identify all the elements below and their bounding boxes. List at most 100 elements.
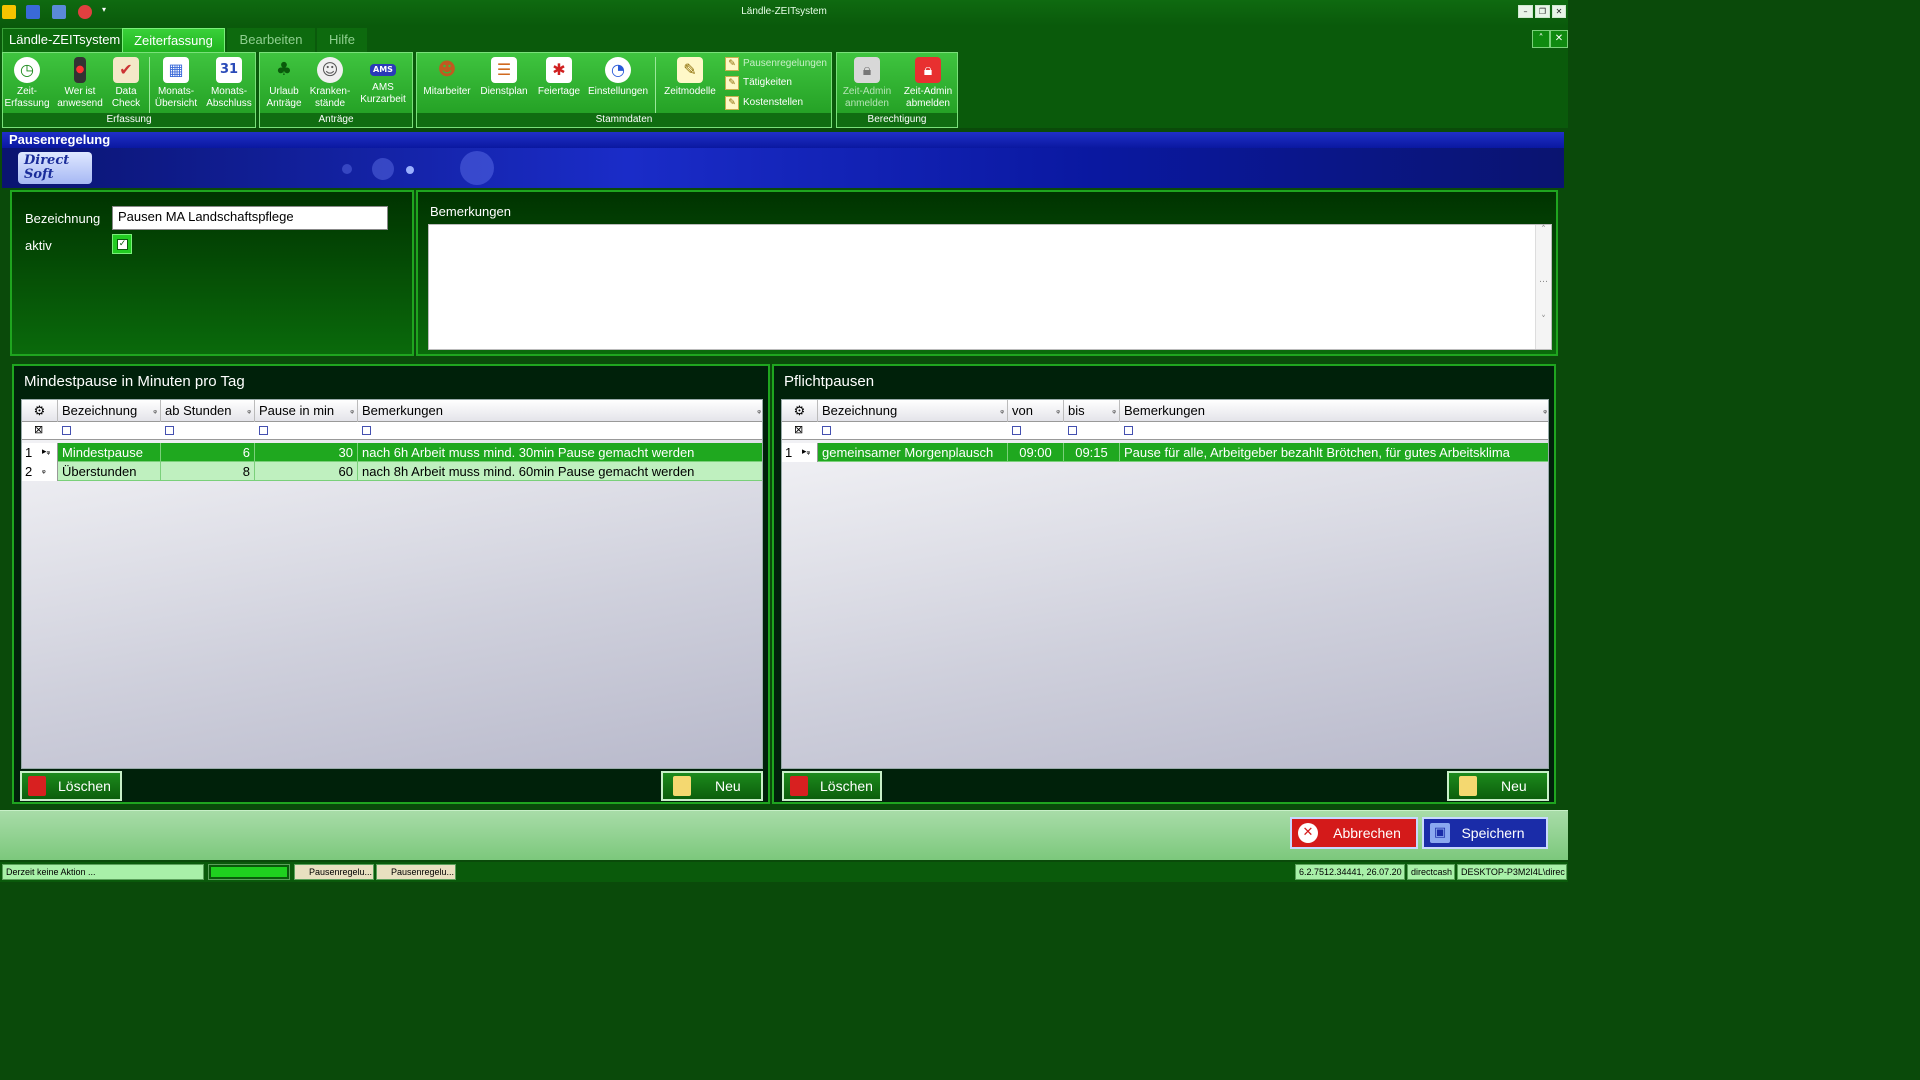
zeit-admin-anmelden-button[interactable]: 🔒︎ Zeit-Admin anmelden bbox=[839, 55, 895, 113]
column-chooser-icon[interactable]: ⚙ bbox=[782, 400, 818, 422]
pin-icon[interactable]: ᵩ bbox=[1112, 400, 1116, 422]
tab-hilfe[interactable]: Hilfe bbox=[317, 28, 367, 52]
feiertage-button[interactable]: ✱ Feiertage bbox=[535, 55, 583, 113]
cell-bezeichnung[interactable]: Mindestpause bbox=[58, 443, 161, 462]
wer-ist-anwesend-button[interactable]: ● Wer ist anwesend bbox=[55, 55, 105, 113]
filter-bis[interactable] bbox=[1068, 426, 1077, 435]
close-icon[interactable]: ✕ bbox=[1552, 5, 1566, 18]
taetigkeiten-button[interactable]: ✎ Tätigkeiten bbox=[723, 75, 792, 91]
kostenstellen-button[interactable]: ✎ Kostenstellen bbox=[723, 95, 803, 111]
pin-icon[interactable]: ᵩ bbox=[1056, 400, 1060, 422]
separator bbox=[149, 57, 150, 113]
cell-bis[interactable]: 09:15 bbox=[1064, 443, 1120, 462]
column-header-bezeichnung[interactable]: Bezeichnung ᵩ bbox=[58, 400, 161, 422]
filter-clear-icon[interactable]: ⊠ bbox=[794, 423, 803, 436]
collapse-ribbon-icon[interactable]: ˄ bbox=[1532, 30, 1550, 48]
row-pointer-icon: ▸ᵩ bbox=[802, 447, 811, 457]
filter-bemerkungen[interactable] bbox=[1124, 426, 1133, 435]
pausenregelungen-button[interactable]: ✎ Pausenregelungen bbox=[723, 56, 827, 72]
filter-pause[interactable] bbox=[259, 426, 268, 435]
column-header-bemerkungen[interactable]: Bemerkungen ᵩ bbox=[358, 400, 764, 422]
save-button[interactable]: ▣ Speichern bbox=[1422, 817, 1548, 849]
filter-bemerkungen[interactable] bbox=[362, 426, 371, 435]
cell-bezeichnung[interactable]: Überstunden bbox=[58, 462, 161, 481]
cancel-button[interactable]: ✕ Abbrechen bbox=[1290, 817, 1418, 849]
trash-icon bbox=[790, 776, 808, 796]
pin-icon[interactable]: ᵩ bbox=[1000, 400, 1004, 422]
einstellungen-button[interactable]: ◔ Einstellungen bbox=[587, 55, 649, 113]
bemerkungen-textarea[interactable]: ˄… ˅ bbox=[428, 224, 1552, 350]
taskbar-pausenregelung-1[interactable]: Pausenregelu... bbox=[294, 864, 374, 880]
cell-ab-stunden[interactable]: 8 bbox=[161, 462, 255, 481]
minimize-icon[interactable]: – bbox=[1518, 5, 1533, 18]
pin-icon[interactable]: ᵩ bbox=[757, 400, 761, 422]
krankenstaende-button[interactable]: ☺ Kranken-stände bbox=[308, 55, 352, 113]
ribbon-tabs: Ländle-ZEITsystem Zeiterfassung Bearbeit… bbox=[0, 26, 1568, 52]
cell-bemerkungen[interactable]: nach 8h Arbeit muss mind. 60min Pause ge… bbox=[358, 462, 764, 481]
pin-icon[interactable]: ᵩ bbox=[350, 400, 354, 422]
close-tab-icon[interactable]: ✕ bbox=[1550, 30, 1568, 48]
pflichtpausen-title: Pflichtpausen bbox=[784, 373, 875, 390]
dienstplan-button[interactable]: ☰ Dienstplan bbox=[477, 55, 531, 113]
filter-bezeichnung[interactable] bbox=[62, 426, 71, 435]
filter-bezeichnung[interactable] bbox=[822, 426, 831, 435]
doctor-icon: ☺ bbox=[317, 57, 343, 83]
cell-ab-stunden[interactable]: 6 bbox=[161, 443, 255, 462]
memo-scrollbar[interactable]: ˄… ˅ bbox=[1535, 225, 1551, 349]
column-header-bemerkungen[interactable]: Bemerkungen ᵩ bbox=[1120, 400, 1550, 422]
taskbar-pausenregelung-2[interactable]: Pausenregelu... bbox=[376, 864, 456, 880]
check-icon: ✓ bbox=[117, 239, 128, 250]
delete-pflichtpause-button[interactable]: Löschen bbox=[782, 771, 882, 801]
monats-uebersicht-button[interactable]: ▦ Monats- Übersicht bbox=[153, 55, 199, 113]
filter-clear-icon[interactable]: ⊠ bbox=[34, 423, 43, 436]
decor-dot bbox=[342, 164, 352, 174]
aktiv-checkbox[interactable]: ✓ bbox=[112, 234, 132, 254]
zeitmodelle-button[interactable]: ✎ Zeitmodelle bbox=[661, 55, 719, 113]
column-header-ab-stunden[interactable]: ab Stunden ᵩ bbox=[161, 400, 255, 422]
mitarbeiter-button[interactable]: ☻ Mitarbeiter bbox=[421, 55, 473, 113]
table-row[interactable]: 1 ▸ᵩ Mindestpause 6 30 nach 6h Arbeit mus… bbox=[22, 443, 762, 462]
pin-icon[interactable]: ᵩ bbox=[153, 400, 157, 422]
grid-header: ⚙ Bezeichnung ᵩ von ᵩ bis ᵩ Bemerkungen ᵩ bbox=[782, 400, 1548, 422]
cell-von[interactable]: 09:00 bbox=[1008, 443, 1064, 462]
tab-bearbeiten[interactable]: Bearbeiten bbox=[227, 28, 315, 52]
column-header-bezeichnung[interactable]: Bezeichnung ᵩ bbox=[818, 400, 1008, 422]
row-indicator: 1 ▸ᵩ bbox=[782, 443, 818, 462]
data-check-button[interactable]: ✔ Data Check bbox=[107, 55, 145, 113]
new-pflichtpause-button[interactable]: Neu bbox=[1447, 771, 1549, 801]
filter-von[interactable] bbox=[1012, 426, 1021, 435]
new-mindestpause-button[interactable]: Neu bbox=[661, 771, 763, 801]
tab-zeiterfassung[interactable]: Zeiterfassung bbox=[122, 28, 225, 52]
group-label-antraege: Anträge bbox=[260, 113, 412, 127]
row-indicator: 2ᵩ bbox=[22, 462, 58, 481]
pin-icon[interactable]: ᵩ bbox=[1543, 400, 1547, 422]
cell-pause[interactable]: 60 bbox=[255, 462, 358, 481]
zeit-erfassung-button[interactable]: ◷ Zeit- Erfassung bbox=[3, 55, 51, 113]
cell-pause[interactable]: 30 bbox=[255, 443, 358, 462]
pin-icon[interactable]: ᵩ bbox=[247, 400, 251, 422]
bezeichnung-input[interactable]: Pausen MA Landschaftspflege bbox=[112, 206, 388, 230]
table-row[interactable]: 1 ▸ᵩ gemeinsamer Morgenplausch 09:00 09:1… bbox=[782, 443, 1548, 462]
cell-bemerkungen[interactable]: nach 6h Arbeit muss mind. 30min Pause ge… bbox=[358, 443, 764, 462]
delete-mindestpause-button[interactable]: Löschen bbox=[20, 771, 122, 801]
column-chooser-icon[interactable]: ⚙ bbox=[22, 400, 58, 422]
ams-kurzarbeit-button[interactable]: AMS AMS Kurzarbeit bbox=[356, 55, 410, 113]
app-tab[interactable]: Ländle-ZEITsystem bbox=[2, 28, 128, 52]
notepad-small-icon: ✎ bbox=[725, 76, 739, 90]
urlaub-antraege-button[interactable]: ♣ Urlaub Anträge bbox=[262, 55, 306, 113]
column-header-pause-in-min[interactable]: Pause in min ᵩ bbox=[255, 400, 358, 422]
cell-bemerkungen[interactable]: Pause für alle, Arbeitgeber bezahlt Bröt… bbox=[1120, 443, 1550, 462]
monats-abschluss-button[interactable]: 31 Monats- Abschluss bbox=[203, 55, 255, 113]
group-stammdaten: ☻ Mitarbeiter ☰ Dienstplan ✱ Feiertage ◔… bbox=[416, 52, 832, 128]
progress-fill bbox=[211, 867, 287, 877]
column-header-von[interactable]: von ᵩ bbox=[1008, 400, 1064, 422]
column-header-bis[interactable]: bis ᵩ bbox=[1064, 400, 1120, 422]
filter-ab-stunden[interactable] bbox=[165, 426, 174, 435]
zeit-admin-abmelden-button[interactable]: 🔒︎ Zeit-Admin abmelden bbox=[899, 55, 957, 113]
status-user: directcash bbox=[1407, 864, 1455, 880]
cell-bezeichnung[interactable]: gemeinsamer Morgenplausch bbox=[818, 443, 1008, 462]
table-row[interactable]: 2ᵩ Überstunden 8 60 nach 8h Arbeit muss … bbox=[22, 462, 762, 481]
restore-icon[interactable]: ❐ bbox=[1535, 5, 1550, 18]
filter-row: ⊠ bbox=[22, 422, 762, 440]
filter-row: ⊠ bbox=[782, 422, 1548, 440]
